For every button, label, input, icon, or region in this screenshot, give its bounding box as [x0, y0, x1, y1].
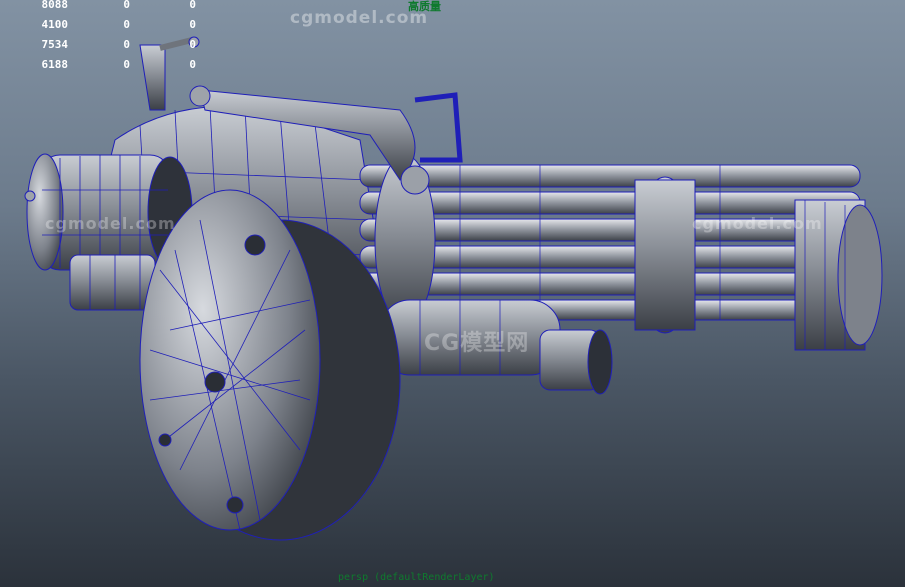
- hud-value: 0: [189, 18, 196, 31]
- lower-motor-box: [69, 254, 156, 311]
- maya-perspective-viewport[interactable]: 8088 0 0 4100 0 0 7534 0 0 6188 0 0 高质量 …: [0, 0, 905, 587]
- watermark-top: cgmodel.com: [290, 8, 429, 28]
- hud-value: 0: [123, 0, 130, 11]
- camera-panel-label: persp (defaultRenderLayer): [338, 572, 495, 583]
- hud-value: 0: [189, 38, 196, 51]
- minigun-model[interactable]: [0, 0, 905, 587]
- hud-value: 6188: [41, 58, 69, 71]
- watermark-left: cgmodel.com: [45, 214, 176, 233]
- hud-value: 0: [123, 38, 130, 51]
- hud-value: 8088: [41, 0, 69, 11]
- hud-value: 0: [123, 58, 130, 71]
- hud-value: 0: [189, 58, 196, 71]
- crank-handle: [139, 36, 211, 111]
- hud-value: 7534: [41, 38, 69, 51]
- hud-value: 4100: [41, 18, 69, 31]
- watermark-center: CG模型网: [424, 331, 530, 356]
- watermark-right: cgmodel.com: [692, 214, 823, 233]
- hud-value: 0: [189, 0, 196, 11]
- hud-value: 0: [123, 18, 130, 31]
